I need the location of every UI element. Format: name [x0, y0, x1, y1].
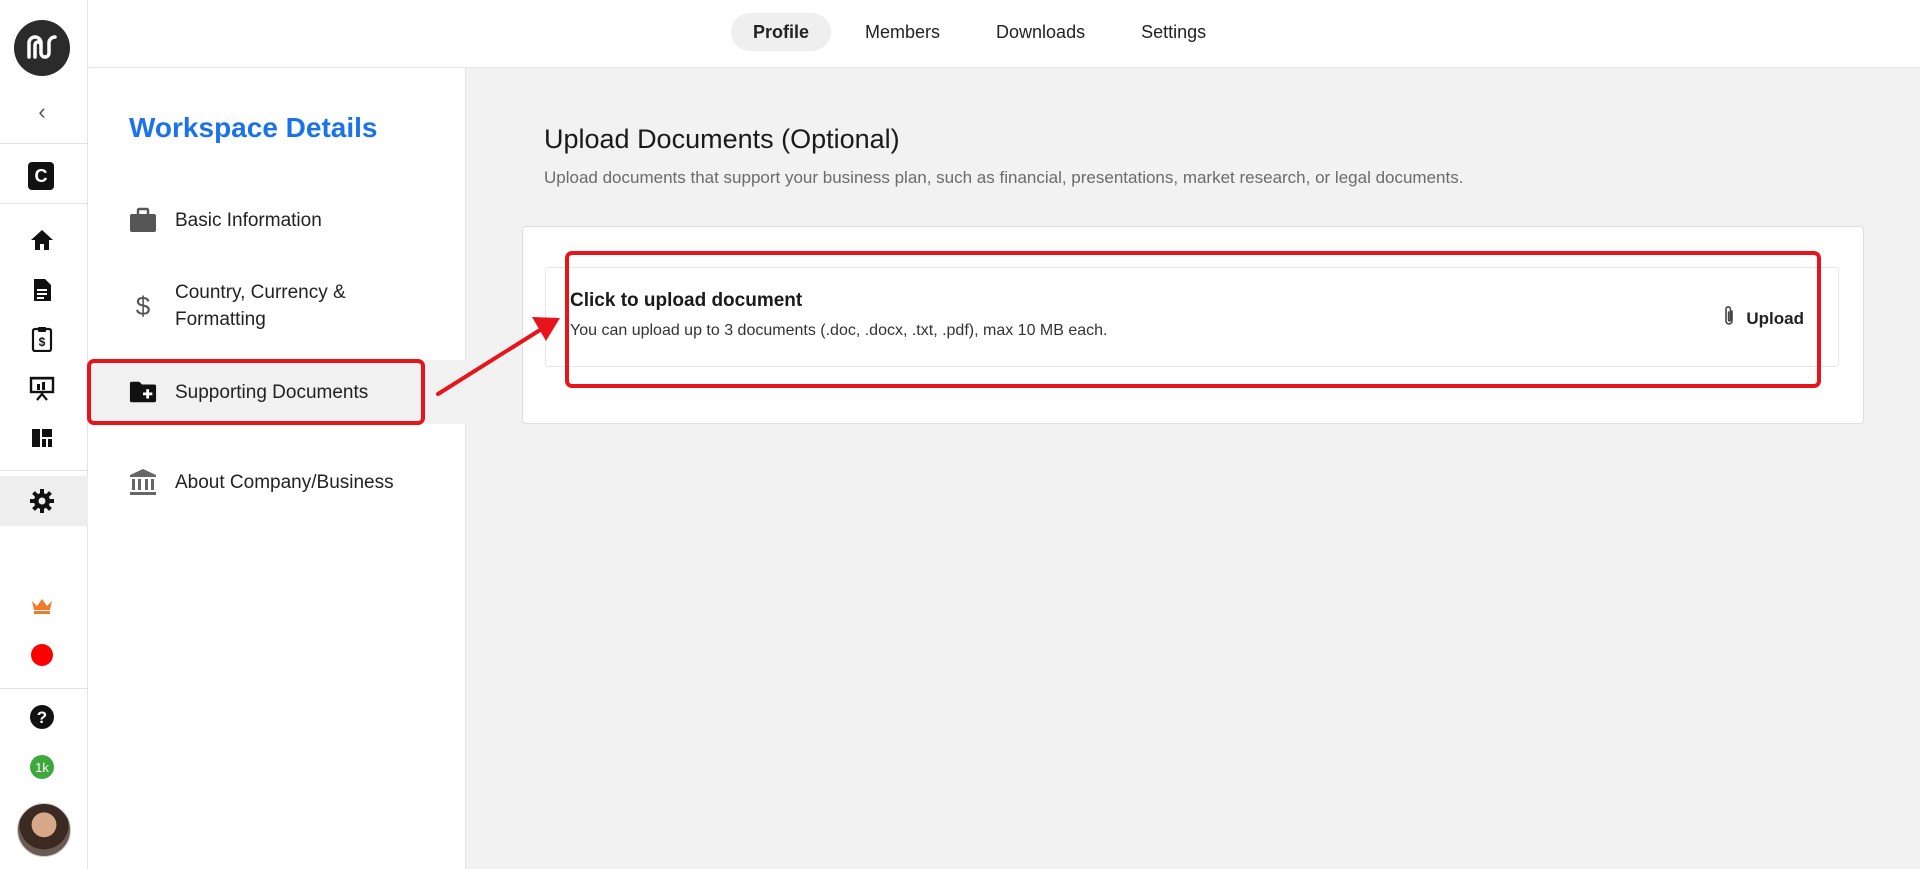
- logo-mark-icon: [27, 35, 57, 59]
- rail-divider: [0, 688, 88, 689]
- upload-dropzone[interactable]: Click to upload document You can upload …: [545, 267, 1839, 367]
- sidebar-item-label: Country, Currency & Formatting: [175, 282, 346, 330]
- workspace-badge[interactable]: C: [28, 162, 54, 190]
- user-avatar[interactable]: [17, 803, 71, 857]
- tab-settings[interactable]: Settings: [1119, 13, 1228, 51]
- page-description: Upload documents that support your busin…: [544, 168, 1464, 187]
- sidebar-item-basic-information[interactable]: Basic Information: [89, 198, 466, 242]
- bank-icon: [129, 468, 157, 496]
- sidebar-item-label: Basic Information: [175, 209, 322, 231]
- dashboard-grid-icon[interactable]: [28, 424, 56, 452]
- app-rail: ‹ C $ ? 1k: [0, 0, 88, 869]
- dollar-icon: $: [129, 292, 157, 320]
- record-dot-icon[interactable]: [28, 641, 56, 669]
- sidebar-item-about-company[interactable]: About Company/Business: [89, 460, 466, 504]
- credits-count: 1k: [30, 755, 54, 779]
- upload-title: Click to upload document: [570, 290, 803, 311]
- tab-downloads[interactable]: Downloads: [974, 13, 1107, 51]
- top-nav-bar: Profile Members Downloads Settings: [89, 0, 1920, 68]
- crown-icon[interactable]: [28, 592, 56, 620]
- rail-divider: [0, 203, 88, 204]
- presentation-icon[interactable]: [28, 374, 56, 402]
- settings-gear-icon[interactable]: [28, 487, 56, 515]
- sidebar-item-country-currency-formatting[interactable]: $ Country, Currency & Formatting: [89, 276, 466, 336]
- svg-text:$: $: [39, 335, 46, 349]
- tab-members[interactable]: Members: [843, 13, 962, 51]
- sidebar-title: Workspace Details: [129, 112, 378, 143]
- upload-button-label: Upload: [1746, 308, 1804, 328]
- main-content: Upload Documents (Optional) Upload docum…: [466, 68, 1920, 869]
- app-logo[interactable]: [14, 20, 70, 76]
- workspace-sidebar: Workspace Details Basic Information $ Co…: [89, 68, 466, 869]
- tab-profile[interactable]: Profile: [731, 13, 832, 51]
- collapse-chevron-icon[interactable]: ‹: [30, 99, 54, 124]
- paperclip-icon: [1722, 304, 1736, 333]
- top-tabs: Profile Members Downloads Settings: [731, 13, 1228, 51]
- svg-text:$: $: [136, 292, 151, 320]
- sidebar-item-label: About Company/Business: [175, 471, 394, 493]
- rail-divider: [0, 143, 88, 144]
- rail-divider: [0, 470, 88, 471]
- upload-card: Click to upload document You can upload …: [522, 226, 1864, 424]
- briefcase-icon: [129, 206, 157, 234]
- upload-button[interactable]: Upload: [1722, 304, 1804, 333]
- sidebar-item-label: Supporting Documents: [175, 381, 369, 403]
- home-icon[interactable]: [28, 226, 56, 254]
- help-icon[interactable]: ?: [28, 703, 56, 731]
- sidebar-item-supporting-documents[interactable]: Supporting Documents: [89, 360, 466, 424]
- folder-add-icon: [129, 378, 157, 406]
- page-title: Upload Documents (Optional): [544, 124, 900, 154]
- document-icon[interactable]: [28, 276, 56, 304]
- svg-text:?: ?: [37, 708, 47, 727]
- upload-hint: You can upload up to 3 documents (.doc, …: [570, 322, 1108, 339]
- invoice-clipboard-icon[interactable]: $: [28, 325, 56, 353]
- credits-badge[interactable]: 1k: [28, 753, 56, 781]
